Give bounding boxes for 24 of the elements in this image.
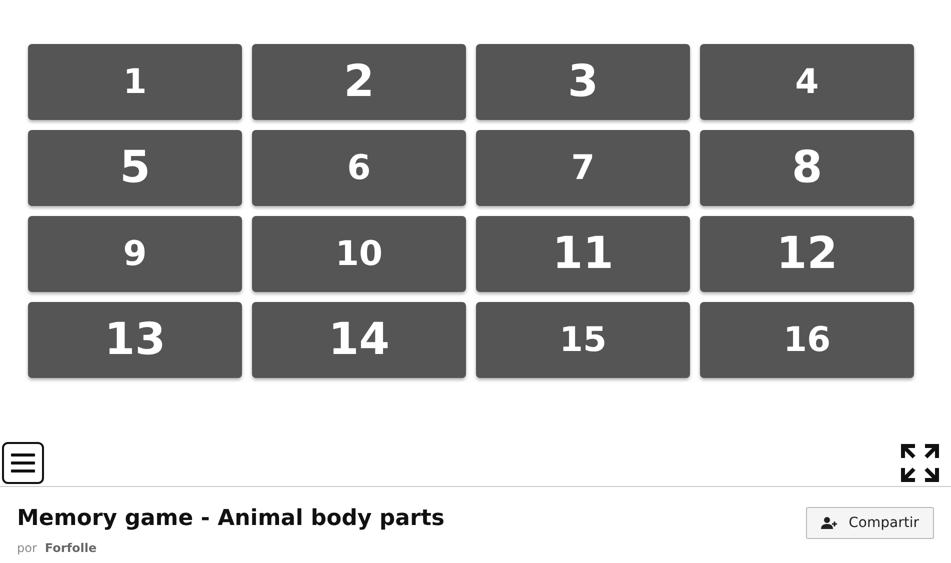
memory-card[interactable]: 9 bbox=[28, 216, 242, 292]
memory-card[interactable]: 11 bbox=[476, 216, 690, 292]
memory-card[interactable]: 2 bbox=[252, 44, 466, 120]
memory-card[interactable]: 3 bbox=[476, 44, 690, 120]
menu-button[interactable] bbox=[2, 442, 44, 484]
memory-card[interactable]: 6 bbox=[252, 130, 466, 206]
memory-card[interactable]: 13 bbox=[28, 302, 242, 378]
memory-card[interactable]: 4 bbox=[700, 44, 914, 120]
memory-card[interactable]: 7 bbox=[476, 130, 690, 206]
memory-card[interactable]: 1 bbox=[28, 44, 242, 120]
memory-card[interactable]: 8 bbox=[700, 130, 914, 206]
share-button[interactable]: Compartir bbox=[806, 507, 934, 539]
memory-card[interactable]: 12 bbox=[700, 216, 914, 292]
memory-card[interactable]: 5 bbox=[28, 130, 242, 206]
author-link[interactable]: Forfolle bbox=[44, 541, 97, 555]
byline-label: por bbox=[17, 541, 37, 555]
person-icon bbox=[820, 517, 837, 529]
activity-title: Memory game - Animal body parts bbox=[17, 505, 444, 533]
memory-card[interactable]: 10 bbox=[252, 216, 466, 292]
memory-card[interactable]: 14 bbox=[252, 302, 466, 378]
menu-icon bbox=[11, 452, 35, 474]
fullscreen-icon[interactable] bbox=[901, 444, 939, 482]
memory-card[interactable]: 15 bbox=[476, 302, 690, 378]
memory-card[interactable]: 16 bbox=[700, 302, 914, 378]
